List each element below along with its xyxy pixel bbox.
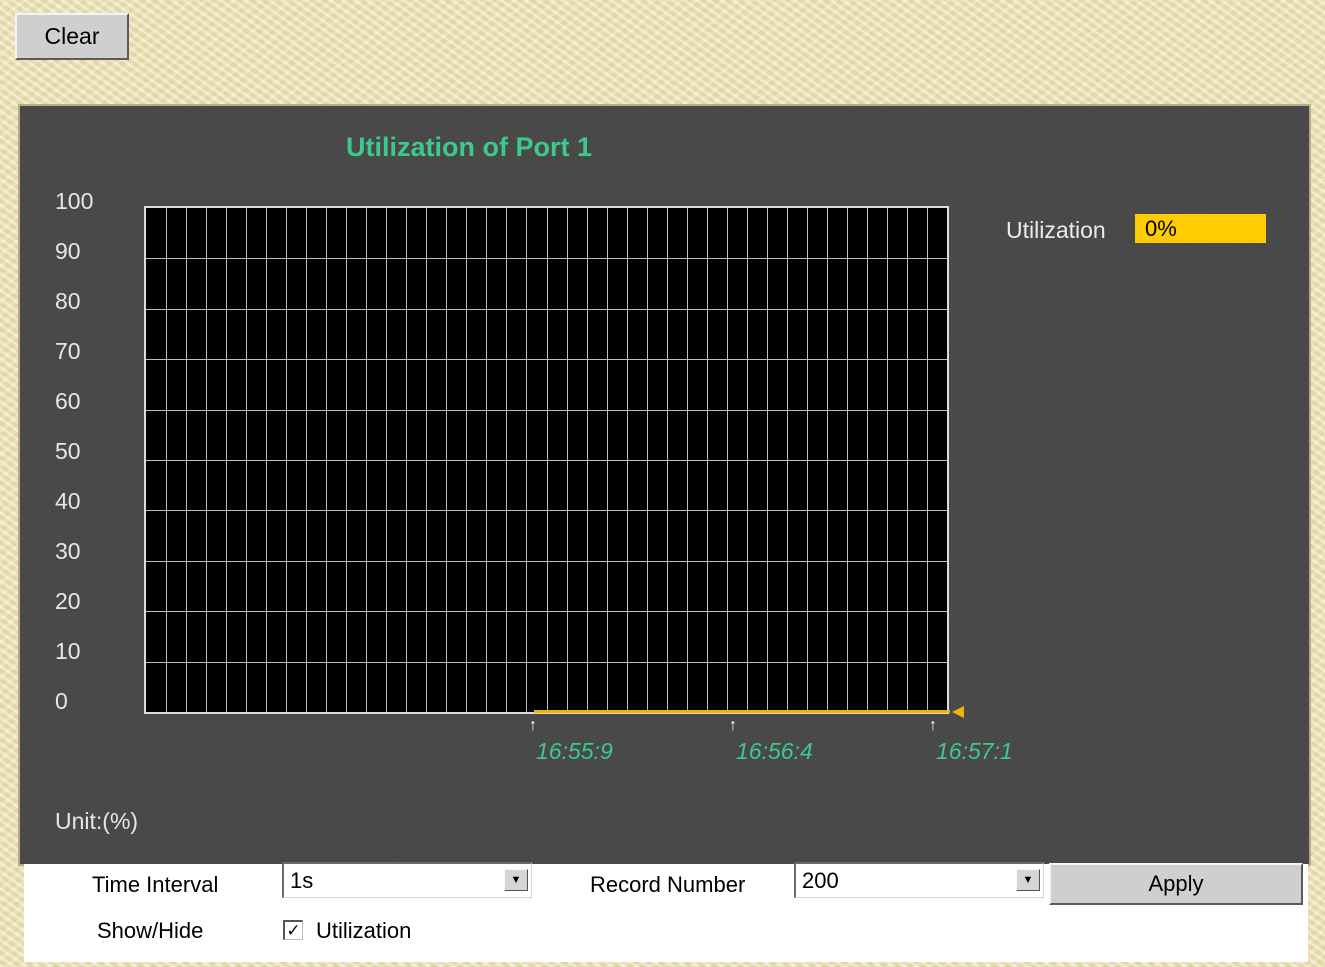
time-interval-select[interactable]: 1s ▼ [282, 862, 532, 898]
y-tick-label: 10 [55, 638, 81, 664]
x-tick-label: 16:57:1 [936, 738, 1013, 764]
y-tick-label: 30 [55, 538, 81, 564]
x-tick-arrow: ↑ [529, 717, 537, 734]
y-tick-label: 40 [55, 488, 81, 514]
y-tick-label: 80 [55, 288, 81, 314]
y-tick-label: 60 [55, 388, 81, 414]
time-interval-value: 1s [290, 868, 314, 893]
time-interval-label: Time Interval [92, 872, 219, 897]
y-tick-label: 20 [55, 588, 81, 614]
plot-grid [146, 208, 947, 712]
record-number-label: Record Number [590, 872, 746, 897]
y-tick-label: 90 [55, 238, 81, 264]
x-tick-label: 16:56:4 [736, 738, 813, 764]
x-tick-label: 16:55:9 [536, 738, 613, 764]
utilization-checkbox-label[interactable]: Utilization [316, 918, 411, 944]
unit-label: Unit:(%) [55, 808, 139, 834]
legend-label: Utilization [1006, 217, 1106, 243]
legend-value: 0% [1135, 214, 1266, 243]
apply-button[interactable]: Apply [1049, 863, 1303, 905]
show-hide-label: Show/Hide [97, 918, 204, 943]
record-number-value: 200 [802, 868, 839, 893]
utilization-checkbox[interactable]: ✓ [283, 920, 303, 940]
chevron-down-icon[interactable]: ▼ [504, 869, 528, 891]
clear-button[interactable]: Clear [15, 13, 129, 60]
current-value-marker [952, 706, 964, 718]
y-tick-label: 0 [55, 688, 68, 714]
y-tick-label: 70 [55, 338, 81, 364]
utilization-series-line [534, 710, 950, 713]
chevron-down-icon[interactable]: ▼ [1016, 869, 1040, 891]
x-tick-arrow: ↑ [929, 717, 937, 734]
record-number-select[interactable]: 200 ▼ [794, 862, 1044, 898]
y-tick-label: 50 [55, 438, 81, 464]
x-tick-arrow: ↑ [729, 717, 737, 734]
plot-area [144, 206, 949, 714]
y-tick-label: 100 [55, 188, 94, 214]
chart-title: Utilization of Port 1 [346, 132, 592, 162]
